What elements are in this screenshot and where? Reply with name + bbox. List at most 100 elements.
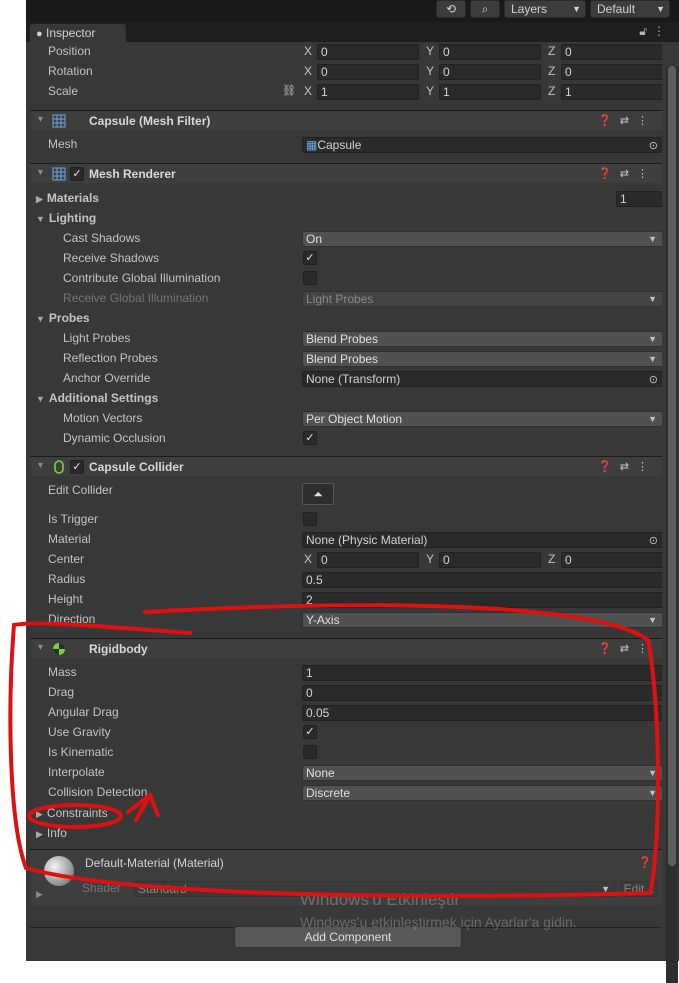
use-gravity-checkbox[interactable]: ✓ xyxy=(303,725,317,739)
cast-shadows-dropdown[interactable]: On ▼ xyxy=(302,231,662,247)
probes-foldout[interactable]: ▼ Probes xyxy=(36,311,90,325)
vertical-scrollbar[interactable] xyxy=(666,66,678,983)
constraints-foldout[interactable]: ▶ Constraints xyxy=(36,806,108,820)
scale-y-field[interactable]: 1 xyxy=(439,84,541,100)
rigidbody-icon xyxy=(53,643,65,655)
dynamic-occlusion-checkbox[interactable]: ✓ xyxy=(303,431,317,445)
search-button[interactable]: ⌕ xyxy=(470,0,500,18)
scrollbar-thumb[interactable] xyxy=(668,66,676,866)
position-y-field[interactable]: 0 xyxy=(439,44,541,60)
mesh-renderer-header[interactable]: ▼ ✓ Mesh Renderer ❓⇄⋮ xyxy=(30,163,662,183)
settings-icon[interactable]: ⇄ xyxy=(620,461,637,473)
is-trigger-checkbox[interactable] xyxy=(303,512,317,526)
more-icon[interactable]: ⋮ xyxy=(637,115,656,127)
layers-dropdown[interactable]: Layers ▼ xyxy=(504,0,586,18)
collision-detection-dropdown[interactable]: Discrete ▼ xyxy=(302,785,662,801)
position-x-field[interactable]: 0 xyxy=(317,44,419,60)
more-icon[interactable]: ⋮ xyxy=(653,24,671,38)
help-icon[interactable]: ❓ xyxy=(598,461,620,473)
rotation-x-field[interactable]: 0 xyxy=(317,64,419,80)
windows-activation-text: Windows'u etkinleştirmek için Ayarlar'a … xyxy=(300,914,577,930)
foldout-arrow-icon[interactable]: ▼ xyxy=(36,114,45,124)
layout-dropdown[interactable]: Default ▼ xyxy=(590,0,670,18)
lighting-foldout[interactable]: ▼ Lighting xyxy=(36,211,96,225)
additional-settings-foldout[interactable]: ▼ Additional Settings xyxy=(36,391,158,405)
history-button[interactable]: ⟲ xyxy=(436,0,466,18)
center-x-field[interactable]: 0 xyxy=(317,552,419,568)
enabled-checkbox[interactable]: ✓ xyxy=(70,460,84,474)
object-picker-icon[interactable]: ⊙ xyxy=(649,534,658,547)
more-icon[interactable]: ⋮ xyxy=(637,643,656,655)
history-icon: ⟲ xyxy=(445,2,457,16)
interpolate-dropdown[interactable]: None ▼ xyxy=(302,765,662,781)
light-probes-dropdown[interactable]: Blend Probes ▼ xyxy=(302,331,662,347)
more-icon[interactable]: ⋮ xyxy=(637,168,656,180)
info-foldout[interactable]: ▶ Info xyxy=(36,826,67,840)
center-y-field[interactable]: 0 xyxy=(439,552,541,568)
radius-label: Radius xyxy=(48,572,86,586)
materials-count-field[interactable]: 1 xyxy=(616,191,662,207)
link-icon[interactable]: ⛓ xyxy=(282,84,296,97)
capsule-collider-header[interactable]: ▼ ✓ Capsule Collider ❓⇄⋮ xyxy=(30,456,662,476)
help-icon[interactable]: ❓ xyxy=(598,168,620,180)
dropdown-value: Blend Probes xyxy=(306,352,379,366)
height-field[interactable]: 2 xyxy=(302,592,662,608)
light-probes-label: Light Probes xyxy=(63,331,131,345)
foldout-arrow-icon[interactable]: ▼ xyxy=(36,167,45,177)
field-value: None (Physic Material) xyxy=(306,533,428,547)
object-picker-icon[interactable]: ⊙ xyxy=(649,139,658,152)
tab-menu[interactable]: 🔓︎⋮ xyxy=(639,24,671,39)
help-icon[interactable]: ❓ xyxy=(598,115,620,127)
rotation-y-field[interactable]: 0 xyxy=(439,64,541,80)
enabled-checkbox[interactable]: ✓ xyxy=(70,167,84,181)
material-preview xyxy=(44,856,74,886)
foldout-arrow-icon[interactable]: ▶ xyxy=(36,889,43,900)
angular-drag-field[interactable]: 0.05 xyxy=(302,705,662,721)
drag-field[interactable]: 0 xyxy=(302,685,662,701)
tab-inspector[interactable]: ● Inspector xyxy=(30,24,126,42)
mesh-filter-header[interactable]: ▼ Capsule (Mesh Filter) ❓⇄⋮ xyxy=(30,110,662,130)
rotation-z-field[interactable]: 0 xyxy=(561,64,662,80)
height-label: Height xyxy=(48,592,83,606)
axis-y-label: Y xyxy=(426,44,435,58)
tab-label: Inspector xyxy=(46,26,96,40)
is-kinematic-checkbox[interactable] xyxy=(303,745,317,759)
foldout-arrow-icon: ▶ xyxy=(36,194,43,204)
contribute-gi-label: Contribute Global Illumination xyxy=(63,271,221,285)
rigidbody-header[interactable]: ▼ Rigidbody ❓⇄⋮ xyxy=(30,638,662,658)
direction-label: Direction xyxy=(48,612,96,626)
foldout-arrow-icon[interactable]: ▼ xyxy=(36,460,45,470)
lock-icon[interactable]: 🔓︎ xyxy=(639,24,653,38)
edit-shader-button[interactable]: Edit... xyxy=(620,881,658,897)
center-z-field[interactable]: 0 xyxy=(561,552,662,568)
settings-icon[interactable]: ⇄ xyxy=(620,643,637,655)
scale-z-field[interactable]: 1 xyxy=(561,84,662,100)
receive-shadows-checkbox[interactable]: ✓ xyxy=(303,251,317,265)
materials-foldout[interactable]: ▶ Materials xyxy=(36,191,99,205)
materials-label: Materials xyxy=(46,191,99,205)
direction-dropdown[interactable]: Y-Axis ▼ xyxy=(302,612,662,628)
mass-field[interactable]: 1 xyxy=(302,665,662,681)
position-z-field[interactable]: 0 xyxy=(561,44,662,60)
axis-z-label: Z xyxy=(548,84,556,98)
radius-field[interactable]: 0.5 xyxy=(302,572,662,588)
foldout-arrow-icon[interactable]: ▼ xyxy=(36,642,45,652)
dropdown-value: Per Object Motion xyxy=(306,412,403,426)
more-icon[interactable]: ⋮ xyxy=(637,461,656,473)
collision-detection-label: Collision Detection xyxy=(48,785,148,799)
motion-vectors-dropdown[interactable]: Per Object Motion ▼ xyxy=(302,411,662,427)
scale-x-field[interactable]: 1 xyxy=(317,84,419,100)
mesh-field[interactable]: ▦Capsule ⊙ xyxy=(302,137,662,153)
anchor-override-field[interactable]: None (Transform) ⊙ xyxy=(302,371,662,387)
physic-material-field[interactable]: None (Physic Material) ⊙ xyxy=(302,532,662,548)
contribute-gi-checkbox[interactable] xyxy=(303,271,317,285)
axis-y-label: Y xyxy=(426,552,435,566)
help-icon[interactable]: ❓ xyxy=(598,643,620,655)
help-icon[interactable]: ❓ xyxy=(638,856,652,869)
settings-icon[interactable]: ⇄ xyxy=(620,115,637,127)
edit-collider-button[interactable]: ⏶ xyxy=(302,483,334,505)
object-picker-icon[interactable]: ⊙ xyxy=(649,373,658,386)
reflection-probes-dropdown[interactable]: Blend Probes ▼ xyxy=(302,351,662,367)
component-icons: ❓⇄⋮ xyxy=(598,114,656,127)
settings-icon[interactable]: ⇄ xyxy=(620,168,637,180)
